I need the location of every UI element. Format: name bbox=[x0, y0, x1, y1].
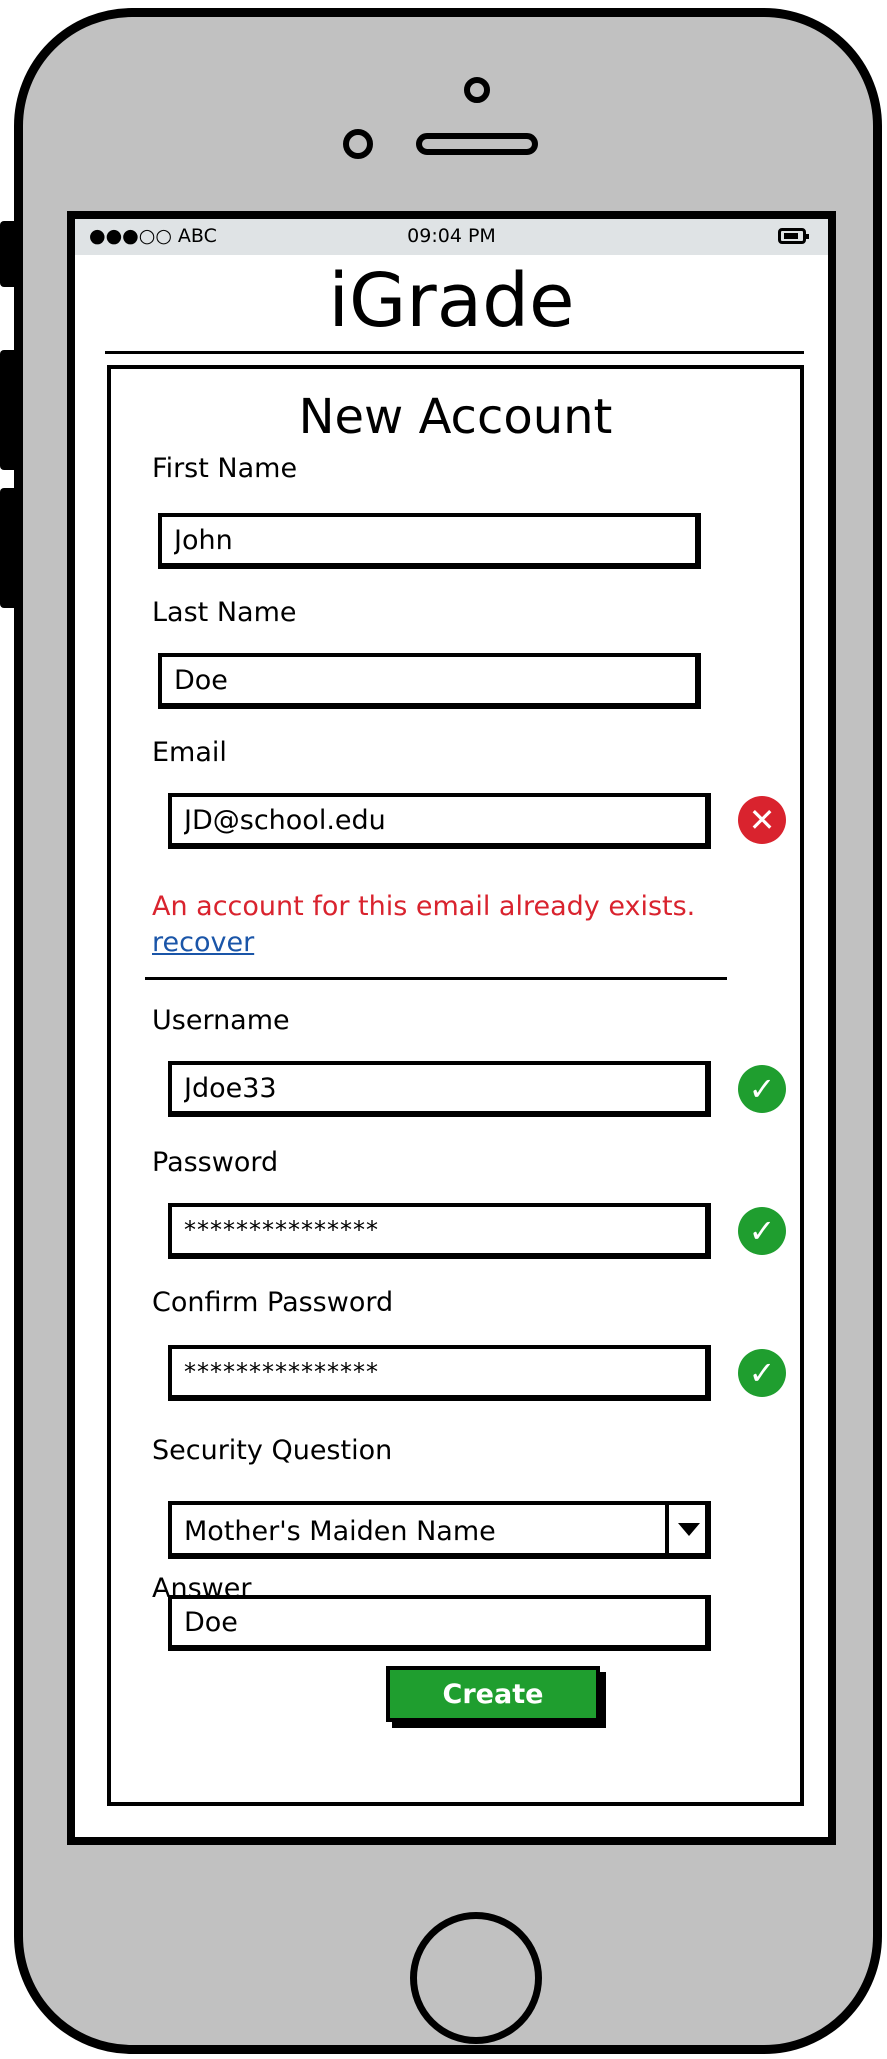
status-bar: ●●●○○ ABC 09:04 PM bbox=[75, 219, 828, 255]
security-question-select[interactable]: Mother's Maiden Name bbox=[168, 1501, 711, 1559]
first-name-input[interactable] bbox=[158, 513, 701, 569]
confirm-password-input[interactable] bbox=[168, 1345, 711, 1401]
section-divider bbox=[145, 977, 727, 980]
app-title: iGrade bbox=[328, 258, 575, 344]
username-label: Username bbox=[152, 1005, 290, 1036]
error-x-icon: ✕ bbox=[738, 796, 786, 844]
volume-up-button[interactable] bbox=[0, 350, 20, 470]
username-input[interactable] bbox=[168, 1061, 711, 1117]
answer-input[interactable] bbox=[168, 1595, 711, 1651]
check-icon: ✓ bbox=[738, 1207, 786, 1255]
last-name-label: Last Name bbox=[152, 597, 297, 628]
password-input[interactable] bbox=[168, 1203, 711, 1259]
form-title: New Account bbox=[298, 389, 613, 445]
mute-switch[interactable] bbox=[0, 221, 20, 287]
email-error-message: An account for this email already exists… bbox=[152, 891, 696, 922]
new-account-form: New Account First Name Last Name Email ✕… bbox=[107, 365, 804, 1806]
status-time: 09:04 PM bbox=[407, 225, 496, 247]
chevron-down-icon[interactable] bbox=[665, 1505, 705, 1553]
title-divider bbox=[105, 351, 804, 354]
battery-icon bbox=[778, 228, 809, 244]
password-label: Password bbox=[152, 1147, 279, 1178]
sensor-icon bbox=[343, 129, 373, 159]
confirm-password-label: Confirm Password bbox=[152, 1287, 394, 1318]
check-icon: ✓ bbox=[738, 1065, 786, 1113]
create-button[interactable]: Create bbox=[386, 1666, 600, 1722]
security-question-value: Mother's Maiden Name bbox=[184, 1516, 496, 1547]
last-name-input[interactable] bbox=[158, 653, 701, 709]
security-question-label: Security Question bbox=[152, 1435, 393, 1466]
email-label: Email bbox=[152, 737, 227, 768]
camera-icon bbox=[464, 77, 490, 103]
screen: ●●●○○ ABC 09:04 PM iGrade New Account Fi… bbox=[67, 211, 836, 1845]
first-name-label: First Name bbox=[152, 453, 298, 484]
volume-down-button[interactable] bbox=[0, 488, 20, 608]
email-input[interactable] bbox=[168, 793, 711, 849]
check-icon: ✓ bbox=[738, 1349, 786, 1397]
recover-link[interactable]: recover bbox=[152, 927, 254, 958]
home-button[interactable] bbox=[410, 1912, 542, 2044]
speaker-grille bbox=[416, 133, 538, 155]
